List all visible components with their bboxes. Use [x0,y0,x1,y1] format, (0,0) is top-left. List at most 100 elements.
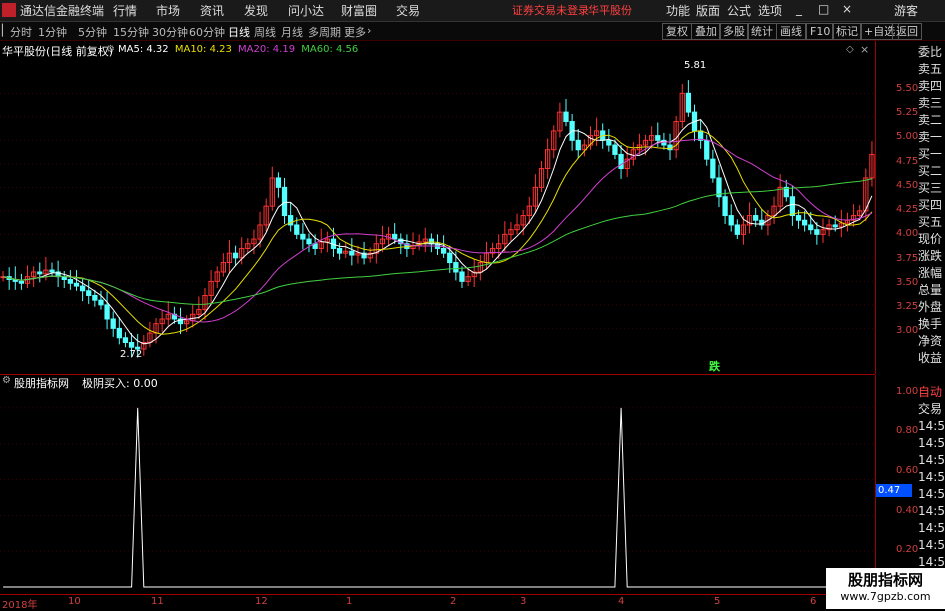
indicator-pane[interactable]: ⚙ 股朋指标网 极阴买入: 0.00 [0,375,875,593]
trade-label[interactable]: 交易 [918,401,945,418]
candle-body [789,196,796,217]
candle-body [392,233,398,240]
period-toolbar: ▏ 分时 1分钟 5分钟 15分钟 30分钟 60分钟 日线 周线 月线 多周期… [0,22,945,41]
close-pane-icon[interactable]: × [860,43,869,56]
period-15min[interactable]: 15分钟 [113,24,149,40]
tick-time: 14:56 [918,470,945,484]
tick-time: 14:56 [918,504,945,518]
menu-item-news[interactable]: 资讯 [200,2,224,19]
tick-time: 14:56 [918,538,945,552]
candle-body [49,269,55,273]
settings-icon[interactable]: ⚙ [106,44,115,55]
side-label: 卖一 [918,130,943,144]
period-weekly[interactable]: 周线 [254,24,276,40]
watermark-url: www.7gpzb.com [840,590,931,603]
date-tick: 3 [520,596,527,607]
quote-side-panel: 委比 卖五 卖四 卖三 卖二 卖一 买一 买二 买三 买四 买五 现价 涨跌 涨… [918,44,945,367]
trade-side-panel: 自动 交易 14:56 14:56 14:56 14:56 14:56 14:5… [918,384,945,571]
chevron-right-icon[interactable]: › [367,24,371,37]
tick-time: 14:56 [918,436,945,450]
event-marker[interactable]: 跌 [709,358,720,374]
side-label: 委比 [918,45,943,59]
period-daily[interactable]: 日线 [228,24,250,40]
candle-body [618,153,624,170]
side-label: 换手 [918,317,943,331]
indicator-tick: 0.40 [896,505,919,516]
menu-item-assistant[interactable]: 问小达 [288,2,324,19]
menu-function[interactable]: 功能 [666,2,690,19]
period-60min[interactable]: 60分钟 [189,24,225,40]
tool-f10[interactable]: F10 [806,23,835,40]
candle-body [734,224,740,235]
side-label: 现价 [918,232,943,246]
side-label: 净资 [918,334,943,348]
period-30min[interactable]: 30分钟 [152,24,188,40]
menu-layout[interactable]: 版面 [696,2,720,19]
watermark-title: 股朋指标网 [847,571,923,589]
candle-body [294,224,300,235]
tool-rights[interactable]: 复权 [662,23,692,40]
period-more[interactable]: 更多 [344,24,366,40]
menu-item-discover[interactable]: 发现 [244,2,268,19]
candle-body [704,139,710,160]
candlestick-chart[interactable] [0,41,875,374]
date-tick: 6 [810,596,817,607]
settings-icon[interactable]: ⚙ [2,375,11,386]
date-tick: 5 [714,596,721,607]
main-chart-pane[interactable]: 华平股份(日线 前复权) ⚙ MA5: 4.32 MA10: 4.23 MA20… [0,41,875,375]
indicator-tick: 0.80 [896,425,919,436]
chart-title: 华平股份(日线 前复权) [2,45,114,58]
price-axis: 5.50 5.25 5.00 4.75 4.50 4.25 4.00 3.75 … [875,41,919,374]
login-status[interactable]: 证券交易未登录 [512,2,589,18]
tick-time: 14:56 [918,453,945,467]
tool-multistock[interactable]: 多股 [719,23,749,40]
period-monthly[interactable]: 月线 [281,24,303,40]
price-tick: 4.25 [896,204,919,215]
side-label: 卖四 [918,79,943,93]
menu-options[interactable]: 选项 [758,2,782,19]
diamond-icon[interactable]: ◇ [846,44,854,55]
candle-body [37,271,43,275]
candle-body [814,229,820,235]
maximize-icon[interactable]: □ [818,2,829,16]
candle-body [575,139,581,151]
tool-back[interactable]: 返回 [892,23,922,40]
menu-item-trade[interactable]: 交易 [396,2,420,19]
menu-item-market[interactable]: 行情 [113,2,137,19]
indicator-chart[interactable] [0,375,875,593]
side-label: 涨跌 [918,249,943,263]
period-multi[interactable]: 多周期 [308,24,341,40]
menu-item-markets[interactable]: 市场 [156,2,180,19]
minimize-icon[interactable]: _ [796,2,802,16]
period-5min[interactable]: 5分钟 [78,24,107,40]
candle-body [753,215,759,221]
tool-mark[interactable]: 标记 [832,23,862,40]
top-stock-name: 华平股份 [588,4,632,17]
indicator-tick: 0.20 [896,544,919,555]
user-label[interactable]: 游客 [894,2,918,19]
period-intraday[interactable]: 分时 [10,24,32,40]
side-label: 涨幅 [918,266,943,280]
app-title: 通达信金融终端 [20,4,105,18]
price-tick: 4.75 [896,156,919,167]
menu-item-wealth[interactable]: 财富圈 [341,2,377,19]
auto-trade-button[interactable]: 自动 [918,384,945,401]
candle-body [336,247,343,254]
side-label: 卖五 [918,62,943,76]
indicator-tick: 0.60 [896,465,919,476]
side-label: 总量 [918,283,943,297]
menu-formula[interactable]: 公式 [727,2,751,19]
candle-body [801,219,808,226]
ma10-label: MA10: 4.23 [174,44,232,55]
close-icon[interactable]: × [842,2,852,16]
tool-overlay[interactable]: 叠加 [691,23,721,40]
date-tick: 11 [151,596,164,607]
period-1min[interactable]: 1分钟 [38,24,67,40]
side-label: 买五 [918,215,943,229]
current-value-badge: 0.47 [876,484,912,497]
price-tick: 5.25 [896,107,919,118]
menu-bar: 通达信金融终端 行情 市场 资讯 发现 问小达 财富圈 交易 证券交易未登录 华… [0,0,945,22]
candle-body [808,224,814,231]
tool-draw[interactable]: 画线 [776,23,806,40]
tool-stats[interactable]: 统计 [747,23,777,40]
